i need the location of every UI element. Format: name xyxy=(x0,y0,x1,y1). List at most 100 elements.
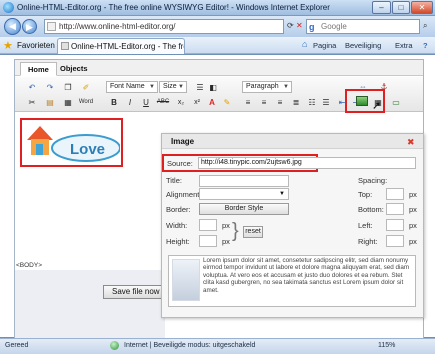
border-label: Border: xyxy=(166,205,191,214)
search-icon[interactable]: ⌕ xyxy=(423,21,427,31)
background-color-button[interactable]: ✎ xyxy=(221,97,233,108)
ordered-list-icon[interactable]: ☷ xyxy=(306,97,318,108)
underline-button[interactable]: U xyxy=(140,97,152,108)
help-menu[interactable]: ? xyxy=(423,41,428,50)
paragraph-select[interactable]: Paragraph ▼ xyxy=(242,81,292,93)
height-label: Height: xyxy=(166,237,190,246)
spacing-label: Spacing: xyxy=(358,176,388,185)
align-justify-icon[interactable]: ≣ xyxy=(290,97,302,108)
bold-button[interactable]: B xyxy=(108,97,120,108)
border-style-button[interactable]: Border Style xyxy=(199,203,289,215)
refresh-icon[interactable]: ⟳ xyxy=(287,21,294,30)
element-path: <BODY> xyxy=(16,262,43,269)
command-bar: ★ Favorieten Online-HTML-Editor.org - Th… xyxy=(0,37,435,54)
paragraph-value: Paragraph xyxy=(246,83,279,90)
zoom-level[interactable]: 115% xyxy=(378,342,395,349)
align-center-icon[interactable]: ≡ xyxy=(258,97,270,108)
minimize-button[interactable]: – xyxy=(372,1,391,14)
paste-icon[interactable]: ▤ xyxy=(44,97,56,108)
spacing-right-unit: px xyxy=(409,237,417,246)
tab-home[interactable]: Home xyxy=(20,62,57,76)
source-input[interactable]: http://i48.tinypic.com/2ujtsw6.jpg xyxy=(198,157,416,169)
image-dialog-title: Image xyxy=(162,134,423,149)
spacing-left-input[interactable] xyxy=(386,219,404,231)
spacing-bottom-input[interactable] xyxy=(386,203,404,215)
preview-text: Lorem ipsum dolor sit amet, consetetur s… xyxy=(203,257,410,294)
editor-footer-area xyxy=(15,270,165,338)
font-name-select[interactable]: Font Name ▼ xyxy=(106,81,158,93)
highlight-icon[interactable]: ◧ xyxy=(207,82,219,93)
chevron-down-icon: ▼ xyxy=(283,84,289,90)
favorites-star-icon[interactable]: ★ xyxy=(3,39,13,52)
font-color-icon[interactable]: ☰ xyxy=(194,82,206,93)
address-url: http://www.online-html-editor.org/ xyxy=(59,22,176,31)
title-input[interactable] xyxy=(199,175,289,187)
clear-icon[interactable]: ✐ xyxy=(80,82,92,93)
tab-favicon-icon xyxy=(61,42,69,50)
alignment-select[interactable]: ▼ xyxy=(199,188,289,200)
close-icon[interactable]: ✖ xyxy=(407,137,415,148)
browser-status-bar: Gereed Internet | Beveiligde modus: uitg… xyxy=(0,338,435,354)
height-unit: px xyxy=(222,237,230,246)
paste-text-icon[interactable]: ▦ xyxy=(62,97,74,108)
forward-button[interactable]: ▶ xyxy=(22,19,37,34)
source-label: Source: xyxy=(167,159,193,168)
height-input[interactable] xyxy=(199,235,217,247)
extra-menu[interactable]: Extra xyxy=(395,41,413,50)
chevron-down-icon: ▼ xyxy=(149,84,155,90)
security-menu[interactable]: Beveiliging xyxy=(345,41,381,50)
preview-image-placeholder xyxy=(172,259,200,301)
undo-icon[interactable]: ↶ xyxy=(26,82,38,93)
title-label: Title: xyxy=(166,176,182,185)
superscript-button[interactable]: x² xyxy=(191,97,203,108)
spacing-left-unit: px xyxy=(409,221,417,230)
logo-text: Love xyxy=(70,141,105,158)
address-toolbar: ◀ ▶ http://www.online-html-editor.org/ ⟳… xyxy=(0,16,435,37)
italic-button[interactable]: I xyxy=(124,97,136,108)
favorites-button[interactable]: Favorieten xyxy=(17,41,55,50)
strikethrough-button[interactable]: ABC xyxy=(154,97,172,108)
left-label: Left: xyxy=(358,221,373,230)
window-title: Online-HTML-Editor.org - The free online… xyxy=(17,3,330,12)
align-left-icon[interactable]: ≡ xyxy=(242,97,254,108)
tab-title: Online-HTML-Editor.org - The free online… xyxy=(71,42,184,51)
save-file-button[interactable]: Save file now xyxy=(103,285,169,299)
unordered-list-icon[interactable]: ☰ xyxy=(320,97,332,108)
maximize-button[interactable]: □ xyxy=(392,1,410,14)
size-select[interactable]: Size ▼ xyxy=(159,81,187,93)
size-value: Size xyxy=(163,83,177,90)
page-menu[interactable]: Pagina xyxy=(313,41,336,50)
hr-icon[interactable]: ▭ xyxy=(390,97,402,108)
back-button[interactable]: ◀ xyxy=(4,18,21,35)
insert-image-icon[interactable] xyxy=(356,96,368,106)
spacing-right-input[interactable] xyxy=(386,235,404,247)
internet-zone-icon xyxy=(110,341,119,350)
security-zone: Internet | Beveiligde modus: uitgeschake… xyxy=(124,342,256,349)
chevron-down-icon: ▼ xyxy=(178,84,184,90)
address-input[interactable]: http://www.online-html-editor.org/ xyxy=(44,19,284,34)
text-color-button[interactable]: A xyxy=(206,97,218,108)
width-unit: px xyxy=(222,221,230,230)
love-house-logo: Love xyxy=(27,126,120,162)
reset-button[interactable]: reset xyxy=(243,226,263,238)
copy-icon[interactable]: ❐ xyxy=(62,82,74,93)
redo-icon[interactable]: ↷ xyxy=(44,82,56,93)
browser-tab[interactable]: Online-HTML-Editor.org - The free online… xyxy=(57,38,185,54)
font-name-value: Font Name xyxy=(110,83,145,90)
alignment-label: Alignment: xyxy=(166,190,202,199)
subscript-button[interactable]: x₂ xyxy=(175,97,187,108)
status-text: Gereed xyxy=(5,342,29,349)
close-window-button[interactable]: ✕ xyxy=(411,1,433,14)
paste-word-button[interactable]: Word xyxy=(78,97,94,108)
search-input[interactable]: g Google xyxy=(306,19,420,34)
cut-icon[interactable]: ✂ xyxy=(26,97,38,108)
spacing-top-unit: px xyxy=(409,190,417,199)
stop-icon[interactable]: ✕ xyxy=(296,21,303,30)
tab-objects[interactable]: Objects xyxy=(53,62,95,76)
home-icon[interactable]: ⌂ xyxy=(302,39,307,49)
chevron-down-icon: ▼ xyxy=(279,191,285,197)
align-right-icon[interactable]: ≡ xyxy=(274,97,286,108)
spacing-top-input[interactable] xyxy=(386,188,404,200)
paste-word-label: Word xyxy=(78,99,94,105)
width-input[interactable] xyxy=(199,219,217,231)
